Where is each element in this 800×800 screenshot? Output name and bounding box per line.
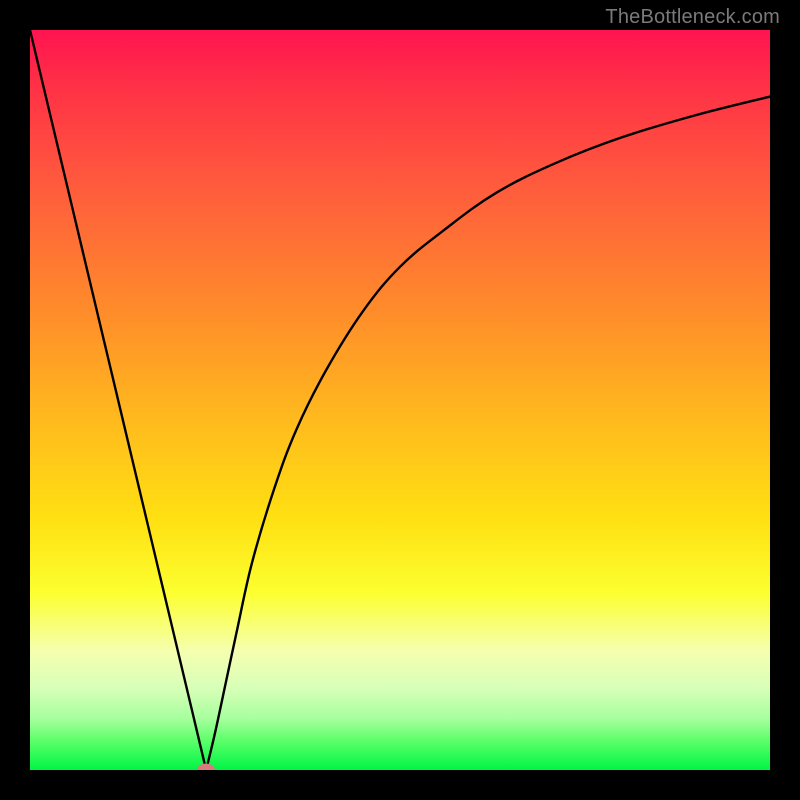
curve-layer	[30, 30, 770, 770]
watermark-label: TheBottleneck.com	[605, 6, 780, 29]
bottleneck-curve	[30, 30, 770, 770]
plot-area	[30, 30, 770, 770]
chart-frame: TheBottleneck.com	[0, 0, 800, 800]
optimal-point-marker	[197, 764, 215, 771]
